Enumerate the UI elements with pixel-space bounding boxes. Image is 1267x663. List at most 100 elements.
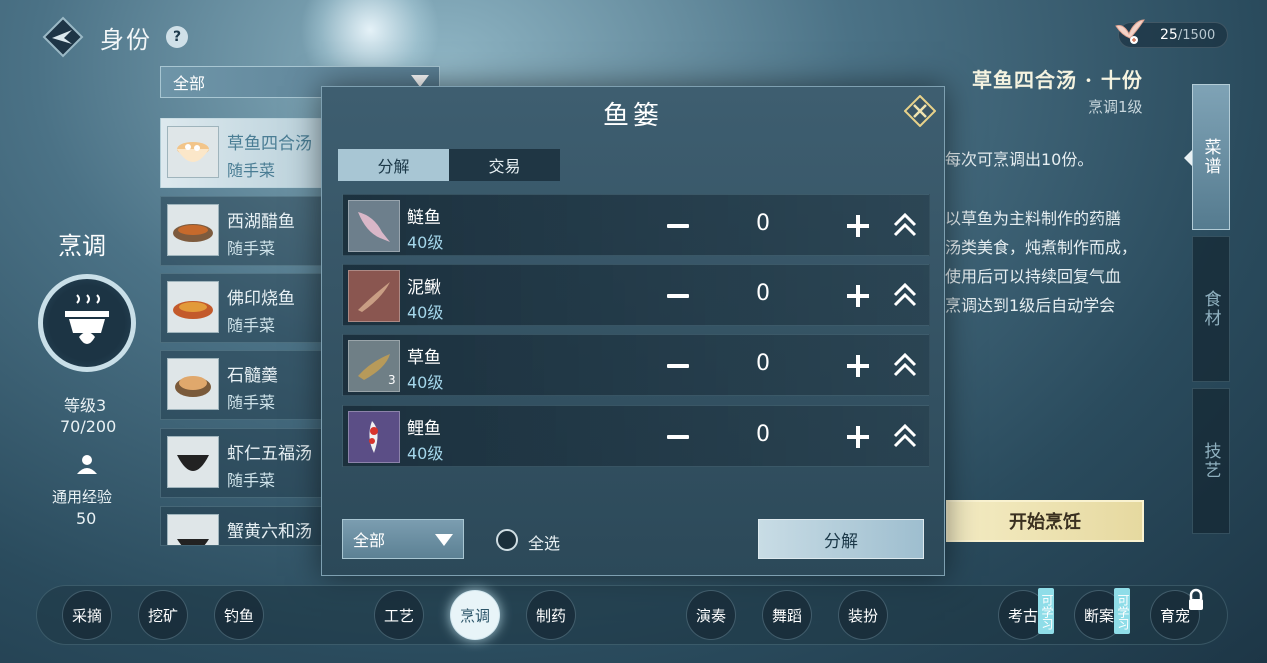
select-all-radio[interactable] bbox=[496, 529, 518, 551]
nav-dressup[interactable]: 装扮 bbox=[838, 590, 888, 640]
recipe-name: 西湖醋鱼 bbox=[227, 212, 295, 232]
recipe-type: 随手菜 bbox=[227, 471, 276, 490]
recipe-item[interactable]: 佛印烧鱼 随手菜 bbox=[160, 273, 330, 343]
max-chevron-icon[interactable] bbox=[891, 422, 919, 452]
minus-button[interactable] bbox=[663, 422, 693, 452]
learnable-badge: 可学习 bbox=[1114, 588, 1130, 634]
dish-desc-line: 烹调达到1级后自动学会 bbox=[945, 296, 1116, 315]
category-dropdown-value: 全部 bbox=[173, 74, 206, 93]
max-chevron-icon[interactable] bbox=[891, 281, 919, 311]
tab-decompose[interactable]: 分解 bbox=[338, 149, 449, 181]
modal-filter-value: 全部 bbox=[353, 531, 386, 550]
dish-desc-line: 以草鱼为主料制作的药膳 bbox=[945, 209, 1122, 228]
nav-craft[interactable]: 工艺 bbox=[374, 590, 424, 640]
dark-bowl-icon bbox=[167, 436, 219, 488]
recipe-item[interactable]: 草鱼四合汤 随手菜 bbox=[160, 118, 330, 188]
fish-quantity: 0 bbox=[756, 211, 770, 236]
page-title: 身份 bbox=[100, 26, 152, 54]
back-diamond-icon[interactable] bbox=[42, 16, 84, 58]
max-chevron-icon[interactable] bbox=[891, 351, 919, 381]
nav-gather[interactable]: 采摘 bbox=[62, 590, 112, 640]
minus-button[interactable] bbox=[663, 211, 693, 241]
tab-skills[interactable]: 技艺 bbox=[1192, 388, 1230, 534]
question-icon[interactable]: ? bbox=[166, 26, 188, 48]
fish-basket-modal: 鱼篓 分解 交易 鲢鱼 40级 0 泥鳅 40级 0 3 草鱼 40级 0 鲤鱼… bbox=[321, 86, 945, 576]
recipe-type: 随手菜 bbox=[227, 239, 276, 258]
recipe-name: 石髓羹 bbox=[227, 366, 278, 386]
modal-filter-dropdown[interactable]: 全部 bbox=[342, 519, 464, 559]
recipe-name: 蟹黄六和汤 bbox=[227, 522, 312, 542]
energy-current: 25 bbox=[1160, 27, 1178, 43]
fish-quantity: 0 bbox=[756, 422, 770, 447]
max-chevron-icon[interactable] bbox=[891, 211, 919, 241]
tab-trade[interactable]: 交易 bbox=[449, 149, 560, 181]
energy-max: /1500 bbox=[1177, 28, 1216, 43]
nav-fishing[interactable]: 钓鱼 bbox=[214, 590, 264, 640]
experience-icon bbox=[77, 455, 97, 474]
modal-tabs: 分解 交易 bbox=[338, 149, 560, 181]
cooking-pot-icon bbox=[65, 294, 109, 344]
fish-level: 40级 bbox=[407, 373, 444, 392]
grilled-fish-icon bbox=[167, 281, 219, 333]
carp-icon bbox=[348, 411, 400, 463]
recipe-item[interactable]: 西湖醋鱼 随手菜 bbox=[160, 196, 330, 266]
skill-level: 等级3 bbox=[64, 396, 107, 415]
select-all-label: 全选 bbox=[528, 534, 561, 553]
recipe-type: 随手菜 bbox=[227, 161, 276, 180]
modal-title: 鱼篓 bbox=[602, 101, 663, 131]
recipe-item[interactable]: 蟹黄六和汤 bbox=[160, 506, 330, 546]
fish-quantity: 0 bbox=[756, 281, 770, 306]
plus-button[interactable] bbox=[843, 281, 873, 311]
soup-bowl-icon bbox=[167, 126, 219, 178]
tab-recipes[interactable]: 菜谱 bbox=[1192, 84, 1230, 230]
fish-row: 鲢鱼 40级 0 bbox=[342, 194, 930, 256]
fish-row: 鲤鱼 40级 0 bbox=[342, 405, 930, 467]
learnable-badge: 可学习 bbox=[1038, 588, 1054, 634]
fish-name: 鲢鱼 bbox=[407, 208, 441, 228]
tab-ingredients[interactable]: 食材 bbox=[1192, 236, 1230, 382]
fish-count: 3 bbox=[388, 373, 396, 387]
tab-pointer-icon bbox=[1184, 150, 1192, 166]
common-exp-value: 50 bbox=[76, 509, 97, 528]
fish-name: 泥鳅 bbox=[407, 278, 441, 298]
nav-medicine[interactable]: 制药 bbox=[526, 590, 576, 640]
bird-icon bbox=[1115, 19, 1145, 44]
recipe-type: 随手菜 bbox=[227, 316, 276, 335]
minus-button[interactable] bbox=[663, 281, 693, 311]
close-icon[interactable] bbox=[904, 95, 936, 127]
recipe-type: 随手菜 bbox=[227, 393, 276, 412]
dropdown-arrow-icon bbox=[435, 534, 453, 546]
recipe-item[interactable]: 虾仁五福汤 随手菜 bbox=[160, 428, 330, 498]
dish-desc-line: 每次可烹调出10份。 bbox=[945, 150, 1094, 169]
plus-button[interactable] bbox=[843, 211, 873, 241]
recipe-name: 佛印烧鱼 bbox=[227, 289, 295, 309]
dark-bowl-icon bbox=[167, 514, 219, 545]
dish-level: 烹调1级 bbox=[1088, 98, 1143, 116]
nav-mining[interactable]: 挖矿 bbox=[138, 590, 188, 640]
fish-row: 泥鳅 40级 0 bbox=[342, 264, 930, 326]
recipe-name: 草鱼四合汤 bbox=[227, 134, 312, 154]
skill-name: 烹调 bbox=[58, 232, 106, 260]
nav-perform[interactable]: 演奏 bbox=[686, 590, 736, 640]
fish-name: 草鱼 bbox=[407, 348, 441, 368]
nav-cooking[interactable]: 烹调 bbox=[450, 590, 500, 640]
decompose-button[interactable]: 分解 bbox=[758, 519, 924, 559]
recipe-item[interactable]: 石髓羹 随手菜 bbox=[160, 350, 330, 420]
pie-dish-icon bbox=[167, 358, 219, 410]
start-cooking-button[interactable]: 开始烹饪 bbox=[946, 500, 1144, 542]
fish-level: 40级 bbox=[407, 303, 444, 322]
fish-level: 40级 bbox=[407, 233, 444, 252]
recipe-name: 虾仁五福汤 bbox=[227, 444, 312, 464]
loach-icon bbox=[348, 270, 400, 322]
minus-button[interactable] bbox=[663, 351, 693, 381]
silver-carp-icon bbox=[348, 200, 400, 252]
fish-row: 3 草鱼 40级 0 bbox=[342, 334, 930, 396]
energy-value: 25/1500 bbox=[1160, 27, 1215, 43]
skill-exp: 70/200 bbox=[60, 417, 117, 436]
plus-button[interactable] bbox=[843, 351, 873, 381]
fish-dish-icon bbox=[167, 204, 219, 256]
common-exp-label: 通用经验 bbox=[52, 488, 113, 506]
plus-button[interactable] bbox=[843, 422, 873, 452]
nav-dance[interactable]: 舞蹈 bbox=[762, 590, 812, 640]
fish-quantity: 0 bbox=[756, 351, 770, 376]
